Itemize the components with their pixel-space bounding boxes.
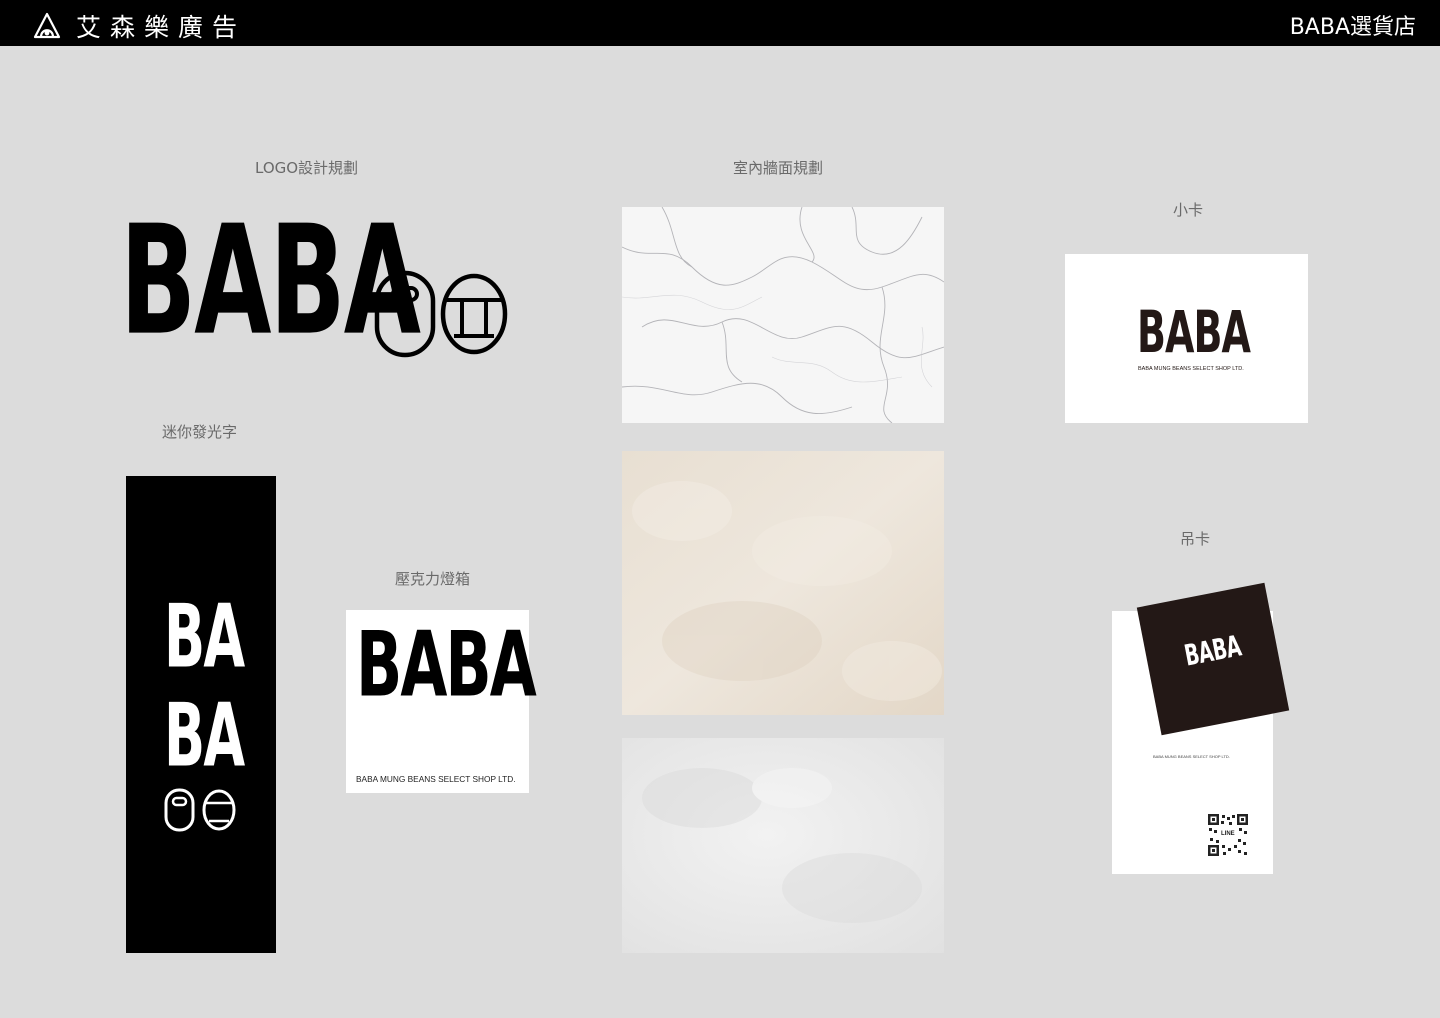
hang-tag-wordmark: BABA xyxy=(1181,627,1244,673)
mini-sign-line-2: BA xyxy=(164,685,245,788)
marble-wall-texture xyxy=(622,207,944,423)
company-logo-icon xyxy=(33,12,61,39)
hang-tag-front-card: BABA xyxy=(1136,582,1290,736)
acrylic-lightbox-panel: BABA BABA MUNG BEANS SELECT SHOP LTD. xyxy=(346,610,537,793)
mini-sign-line-1: BA xyxy=(164,586,245,689)
logo-section-label: LOGO設計規劃 xyxy=(255,159,359,177)
small-card-panel: BABA BABA MUNG BEANS SELECT SHOP LTD. xyxy=(1065,254,1308,423)
top-bar: 艾森樂廣告 BABA選貨店 xyxy=(0,0,1440,46)
wall-section-label: 室內牆面規劃 xyxy=(733,159,824,177)
project-title: BABA選貨店 xyxy=(1289,15,1416,40)
company-name: 艾森樂廣告 xyxy=(76,13,247,42)
logo-design: BABA xyxy=(120,205,520,365)
mini-sign-panel: BA BA xyxy=(126,476,276,953)
bean-mark-icon xyxy=(374,270,508,358)
acrylic-wordmark: BABA xyxy=(356,611,537,718)
hang-tag-tagline: BABA MUNG BEANS SELECT SHOP LTD. xyxy=(1153,754,1230,759)
concrete-wall-texture xyxy=(622,738,944,953)
mini-bean-mark-icon xyxy=(164,788,236,832)
card-section-label: 小卡 xyxy=(1173,201,1204,219)
company-brand: 艾森樂廣告 xyxy=(32,8,246,44)
acrylic-tagline: BABA MUNG BEANS SELECT SHOP LTD. xyxy=(356,774,516,784)
beige-fur-wall-texture xyxy=(622,451,944,715)
acrylic-section-label: 壓克力燈箱 xyxy=(395,570,471,588)
mini-sign-section-label: 迷你發光字 xyxy=(162,423,238,441)
line-qr-code[interactable]: LINE xyxy=(1208,814,1248,856)
small-card-wordmark: BABA xyxy=(1137,299,1251,367)
qr-line-label: LINE xyxy=(1221,831,1235,837)
small-card-tagline: BABA MUNG BEANS SELECT SHOP LTD. xyxy=(1138,366,1244,372)
hang-tag-section-label: 吊卡 xyxy=(1180,530,1211,548)
